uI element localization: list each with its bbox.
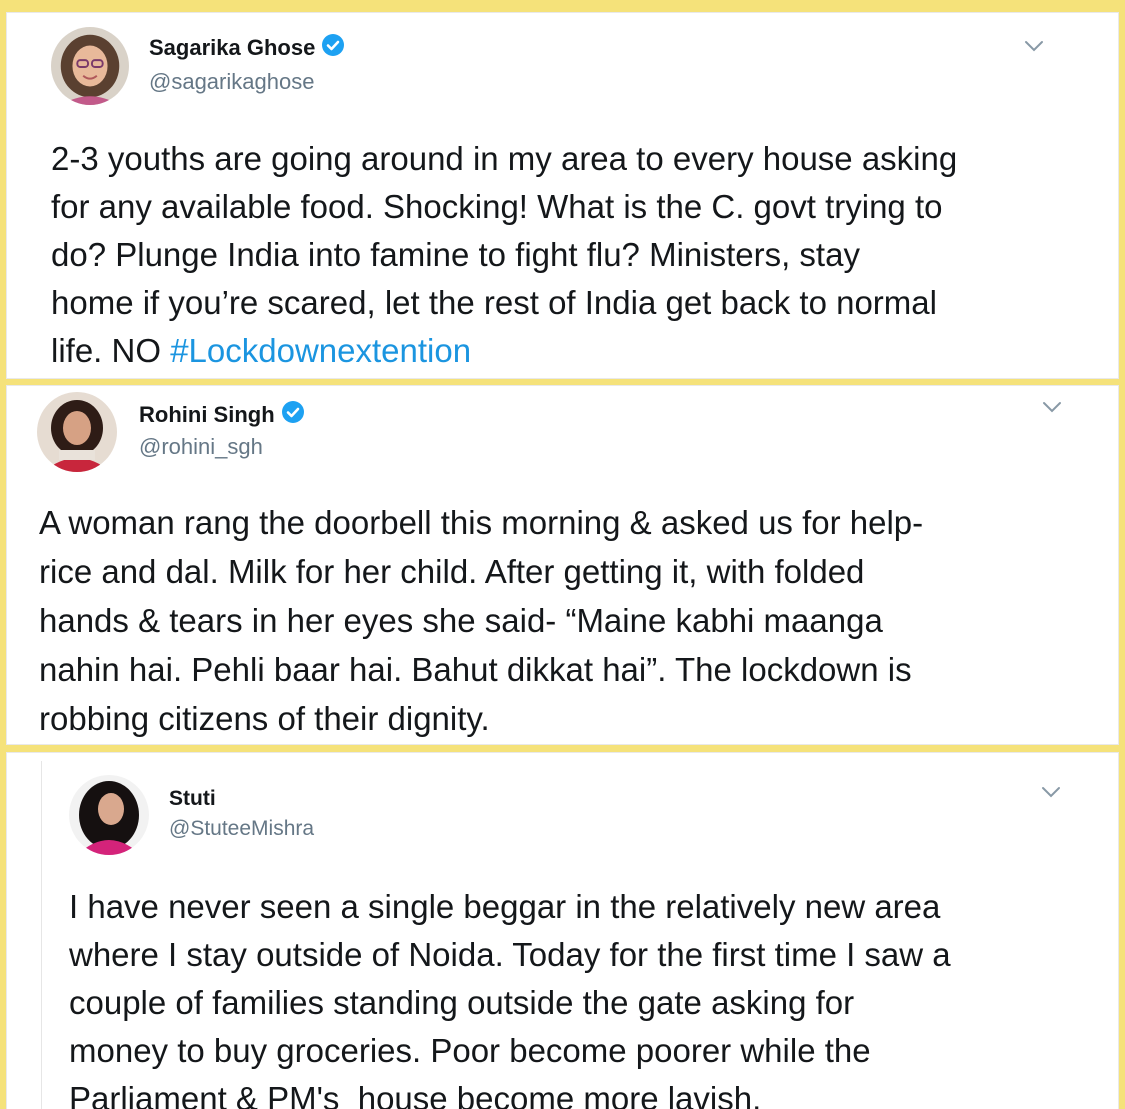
verified-badge-icon	[281, 400, 305, 429]
tweet-text-segment: life. NO	[51, 332, 171, 369]
tweet-text-line: robbing citizens of their dignity.	[39, 700, 490, 737]
hashtag-link[interactable]: #Lockdownextention	[170, 332, 471, 369]
tweet-text-line: hands & tears in her eyes she said- “Mai…	[39, 602, 883, 639]
tweet-card: Rohini Singh @rohini_sgh A woman rang th…	[6, 385, 1119, 745]
tweet-text: 2-3 youths are going around in my area t…	[51, 135, 957, 375]
tweet-text-line: home if you’re scared, let the rest of I…	[51, 284, 937, 321]
profile-photo-icon	[69, 775, 149, 855]
tweet-text-line: where I stay outside of Noida. Today for…	[69, 936, 951, 973]
verified-badge-icon	[321, 33, 345, 62]
tweet-text-line: A woman rang the doorbell this morning &…	[39, 504, 924, 541]
user-handle[interactable]: @sagarikaghose	[149, 69, 314, 95]
tweet-text: I have never seen a single beggar in the…	[69, 883, 951, 1109]
tweet-text-line: Parliament & PM's house become more lavi…	[69, 1080, 762, 1109]
tweet-text-line: do? Plunge India into famine to fight fl…	[51, 236, 860, 273]
divider	[41, 761, 42, 1109]
tweet-text-line: for any available food. Shocking! What i…	[51, 188, 943, 225]
user-handle[interactable]: @rohini_sgh	[139, 434, 263, 460]
tweet-text-line: 2-3 youths are going around in my area t…	[51, 140, 958, 177]
chevron-down-icon[interactable]	[1023, 39, 1045, 58]
chevron-down-icon[interactable]	[1041, 400, 1063, 419]
display-name[interactable]: Stuti	[169, 787, 216, 811]
chevron-down-icon[interactable]	[1040, 785, 1062, 804]
tweet-text-line: life. NO #Lockdownextention	[51, 327, 957, 375]
display-name[interactable]: Sagarika Ghose	[149, 35, 315, 61]
profile-photo-icon	[37, 392, 117, 472]
tweet-text-line: rice and dal. Milk for her child. After …	[39, 553, 865, 590]
avatar[interactable]	[51, 27, 129, 105]
tweet-card: Stuti @StuteeMishra I have never seen a …	[6, 752, 1119, 1109]
tweet-text: A woman rang the doorbell this morning &…	[39, 498, 923, 743]
user-handle[interactable]: @StuteeMishra	[169, 817, 314, 841]
tweet-card: Sagarika Ghose @sagarikaghose 2-3 youths…	[6, 12, 1119, 379]
avatar[interactable]	[69, 775, 149, 855]
tweet-text-line: money to buy groceries. Poor become poor…	[69, 1032, 871, 1069]
avatar[interactable]	[37, 392, 117, 472]
display-name[interactable]: Rohini Singh	[139, 402, 275, 428]
profile-photo-icon	[51, 27, 129, 105]
tweet-text-line: couple of families standing outside the …	[69, 984, 855, 1021]
tweet-text-line: I have never seen a single beggar in the…	[69, 888, 941, 925]
tweet-text-line: nahin hai. Pehli baar hai. Bahut dikkat …	[39, 651, 912, 688]
